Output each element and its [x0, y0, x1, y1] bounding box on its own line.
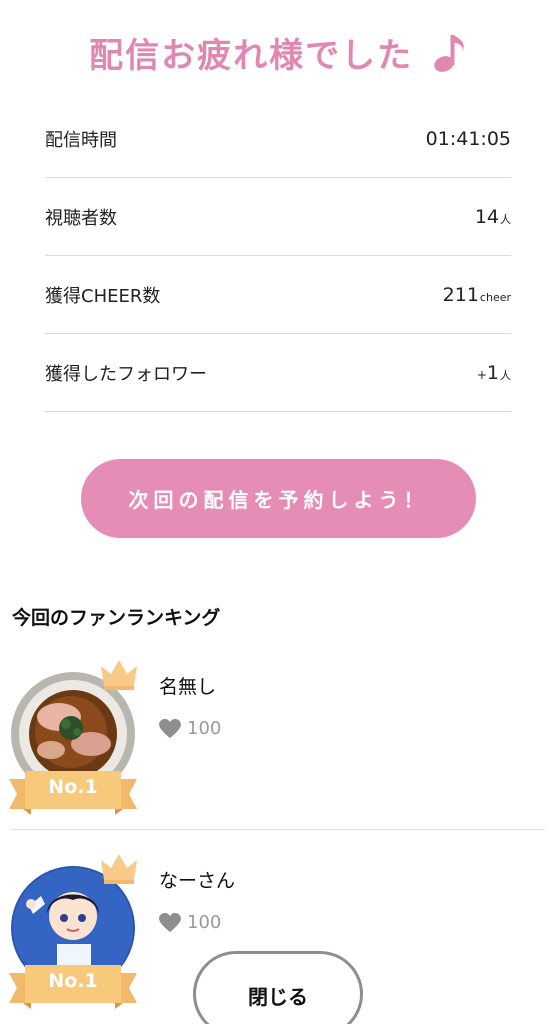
music-note-icon [434, 35, 464, 72]
reserve-next-stream-button[interactable]: 次回の配信を予約しよう！ [81, 459, 476, 538]
fan-name: 名無し [159, 676, 217, 698]
fan-ranking-item[interactable]: No.1 名無し 100 [0, 658, 556, 838]
stat-label: 獲得したフォロワー [45, 363, 207, 385]
stat-label: 獲得CHEER数 [45, 285, 161, 307]
stat-prefix: + [476, 367, 487, 382]
crown-icon [101, 854, 137, 884]
ranking-title: 今回のファンランキング [12, 607, 221, 629]
stat-row-viewers: 視聴者数 14人 [45, 178, 511, 256]
stream-summary-screen: 配信お疲れ様でした 配信時間 01:41:05 視聴者数 14人 獲得CHEER… [0, 0, 556, 1024]
fan-likes: 100 [159, 718, 221, 739]
stat-row-cheer: 獲得CHEER数 211cheer [45, 256, 511, 334]
stat-value: 14人 [474, 205, 511, 228]
stat-value: 211cheer [442, 283, 511, 306]
rank-label: No.1 [48, 776, 98, 798]
stat-row-duration: 配信時間 01:41:05 [45, 100, 511, 178]
fan-likes: 100 [159, 912, 221, 933]
stat-value: 01:41:05 [425, 127, 511, 150]
stat-label: 配信時間 [45, 129, 117, 151]
likes-count: 100 [187, 912, 222, 933]
page-title: 配信お疲れ様でした [0, 28, 556, 77]
crown-icon [101, 660, 137, 690]
stat-row-followers: 獲得したフォロワー +1人 [45, 334, 511, 412]
stat-unit: 人 [500, 212, 511, 226]
likes-count: 100 [187, 718, 222, 739]
close-button[interactable]: 閉じる [193, 951, 363, 1024]
stat-label: 視聴者数 [45, 207, 117, 229]
stat-unit: cheer [479, 290, 511, 304]
stat-unit: 人 [500, 368, 511, 382]
heart-icon [159, 718, 181, 738]
stats-list: 配信時間 01:41:05 視聴者数 14人 獲得CHEER数 211cheer… [45, 100, 511, 412]
fan-name: なーさん [159, 870, 236, 892]
title-text: 配信お疲れ様でした [89, 36, 414, 76]
heart-icon [159, 912, 181, 932]
divider [11, 829, 545, 830]
rank-label: No.1 [48, 970, 98, 992]
stat-value: +1人 [476, 361, 511, 384]
